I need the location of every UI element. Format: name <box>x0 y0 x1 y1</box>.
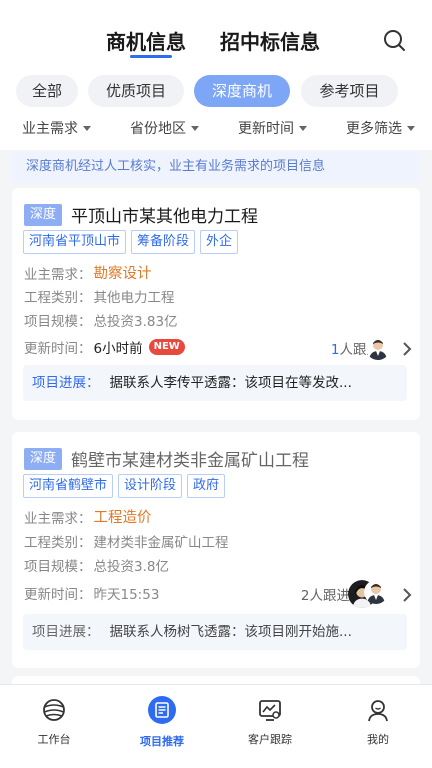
search-icon[interactable] <box>382 28 406 52</box>
chip-quality-projects[interactable]: 优质项目 <box>88 75 184 107</box>
caret-down-icon <box>299 125 307 131</box>
updated-value: 昨天15:53 <box>93 587 160 603</box>
bottom-nav: 工作台 项目推荐 客户跟踪 我的 <box>0 684 432 768</box>
document-icon <box>148 696 176 724</box>
tag-stage: 设计阶段 <box>118 474 183 498</box>
filter-more[interactable]: 更多筛选 <box>346 118 415 138</box>
scale-label: 项目规模： <box>24 314 92 330</box>
project-progress[interactable]: 项目进展： 据联系人李传平透露：该项目在等发改... <box>23 365 407 401</box>
owner-demand-value: 工程造价 <box>93 510 152 526</box>
tab-business-info[interactable]: 商机信息 <box>106 26 186 55</box>
nav-profile[interactable]: 我的 <box>338 697 418 747</box>
project-tags: 河南省平顶山市 筹备阶段 外企 <box>23 230 243 254</box>
filter-province[interactable]: 省份地区 <box>130 118 199 138</box>
filter-owner-demand[interactable]: 业主需求 <box>22 118 91 138</box>
progress-label: 项目进展： <box>32 375 100 391</box>
progress-text: 据联系人杨树飞透露：该项目刚开始施... <box>109 624 352 640</box>
filter-label: 更多筛选 <box>346 121 402 137</box>
updated-label: 更新时间： <box>24 341 92 357</box>
follow-number: 1 <box>330 342 340 358</box>
filter-label: 业主需求 <box>22 121 78 137</box>
depth-badge: 深度 <box>24 447 63 470</box>
project-title[interactable]: 平顶山市某其他电力工程 <box>71 202 258 227</box>
filter-bar: 业主需求 省份地区 更新时间 更多筛选 <box>0 116 432 150</box>
tab-bidding-info[interactable]: 招中标信息 <box>220 26 320 55</box>
nav-label: 客户跟踪 <box>248 733 292 746</box>
chip-deep-opportunities[interactable]: 深度商机 <box>194 75 290 107</box>
category-label: 工程类别： <box>24 535 92 551</box>
nav-project-recommendations[interactable]: 项目推荐 <box>122 696 202 749</box>
tag-region: 河南省平顶山市 <box>23 230 127 254</box>
filter-update-time[interactable]: 更新时间 <box>238 118 307 138</box>
project-progress[interactable]: 项目进展： 据联系人杨树飞透露：该项目刚开始施... <box>23 614 407 650</box>
scale-value: 总投资3.83亿 <box>93 314 178 330</box>
tag-region: 河南省鹤壁市 <box>23 474 114 498</box>
category-value: 其他电力工程 <box>93 290 175 306</box>
nav-workbench[interactable]: 工作台 <box>14 697 94 747</box>
tag-owner-type: 外企 <box>200 230 239 254</box>
project-title[interactable]: 鹤壁市某建材类非金属矿山工程 <box>71 446 309 471</box>
follow-number: 2 <box>300 588 310 604</box>
owner-demand-label: 业主需求： <box>24 510 92 527</box>
scale-row: 项目规模： 总投资3.83亿 <box>24 310 178 330</box>
scale-value: 总投资3.8亿 <box>93 559 169 575</box>
new-badge: NEW <box>148 339 185 355</box>
scale-label: 项目规模： <box>24 559 92 575</box>
nav-customer-tracking[interactable]: 客户跟踪 <box>230 697 310 747</box>
chevron-right-icon[interactable] <box>400 586 414 604</box>
profile-icon <box>368 700 388 722</box>
updated-label: 更新时间： <box>24 587 92 603</box>
follower-avatar <box>366 336 390 360</box>
deep-opportunity-notice: 深度商机经过人工核实，业主有业务需求的项目信息 <box>12 151 420 183</box>
globe-icon <box>43 699 65 721</box>
category-value: 建材类非金属矿山工程 <box>93 535 229 551</box>
updated-row: 更新时间： 昨天15:53 <box>24 583 159 603</box>
owner-demand-row: 业主需求： 勘察设计 <box>24 262 152 283</box>
caret-down-icon <box>191 125 199 131</box>
card-title-row: 深度 鹤壁市某建材类非金属矿山工程 <box>24 446 309 471</box>
follower-avatar <box>364 580 388 604</box>
owner-demand-value: 勘察设计 <box>93 266 152 282</box>
category-chips: 全部 优质项目 深度商机 参考项目 <box>0 66 432 116</box>
project-card[interactable]: 深度 鹤壁市某建材类非金属矿山工程 河南省鹤壁市 设计阶段 政府 业主需求： 工… <box>12 432 420 668</box>
category-row: 工程类别： 其他电力工程 <box>24 286 175 306</box>
follow-suffix: 人跟进 <box>309 588 351 604</box>
chip-reference-projects[interactable]: 参考项目 <box>301 75 398 107</box>
depth-badge: 深度 <box>24 203 63 226</box>
owner-demand-row: 业主需求： 工程造价 <box>24 506 152 527</box>
project-tags: 河南省鹤壁市 设计阶段 政府 <box>23 474 230 498</box>
caret-down-icon <box>407 125 415 131</box>
category-label: 工程类别： <box>24 290 92 306</box>
chevron-right-icon[interactable] <box>400 340 414 358</box>
tag-stage: 筹备阶段 <box>131 230 196 254</box>
caret-down-icon <box>83 125 91 131</box>
category-row: 工程类别： 建材类非金属矿山工程 <box>24 531 229 551</box>
active-tab-indicator <box>130 55 172 58</box>
progress-text: 据联系人李传平透露：该项目在等发改... <box>109 375 352 391</box>
header: 商机信息 招中标信息 <box>0 0 432 66</box>
filter-label: 省份地区 <box>130 121 186 137</box>
chip-all[interactable]: 全部 <box>16 75 78 107</box>
filter-label: 更新时间 <box>238 121 294 137</box>
nav-label: 项目推荐 <box>140 735 184 748</box>
tracking-icon <box>259 700 281 721</box>
updated-value: 6小时前 <box>93 341 143 357</box>
owner-demand-label: 业主需求： <box>24 266 92 283</box>
project-card[interactable]: 深度 平顶山市某其他电力工程 河南省平顶山市 筹备阶段 外企 业主需求： 勘察设… <box>12 188 420 420</box>
updated-row: 更新时间： 6小时前 NEW <box>24 337 185 357</box>
follow-count[interactable]: 2人跟进 <box>301 584 350 604</box>
scale-row: 项目规模： 总投资3.8亿 <box>24 555 169 575</box>
tag-owner-type: 政府 <box>187 474 226 498</box>
card-title-row: 深度 平顶山市某其他电力工程 <box>24 202 258 227</box>
nav-label: 我的 <box>367 733 389 746</box>
progress-label: 项目进展： <box>32 624 100 640</box>
nav-label: 工作台 <box>37 733 71 746</box>
